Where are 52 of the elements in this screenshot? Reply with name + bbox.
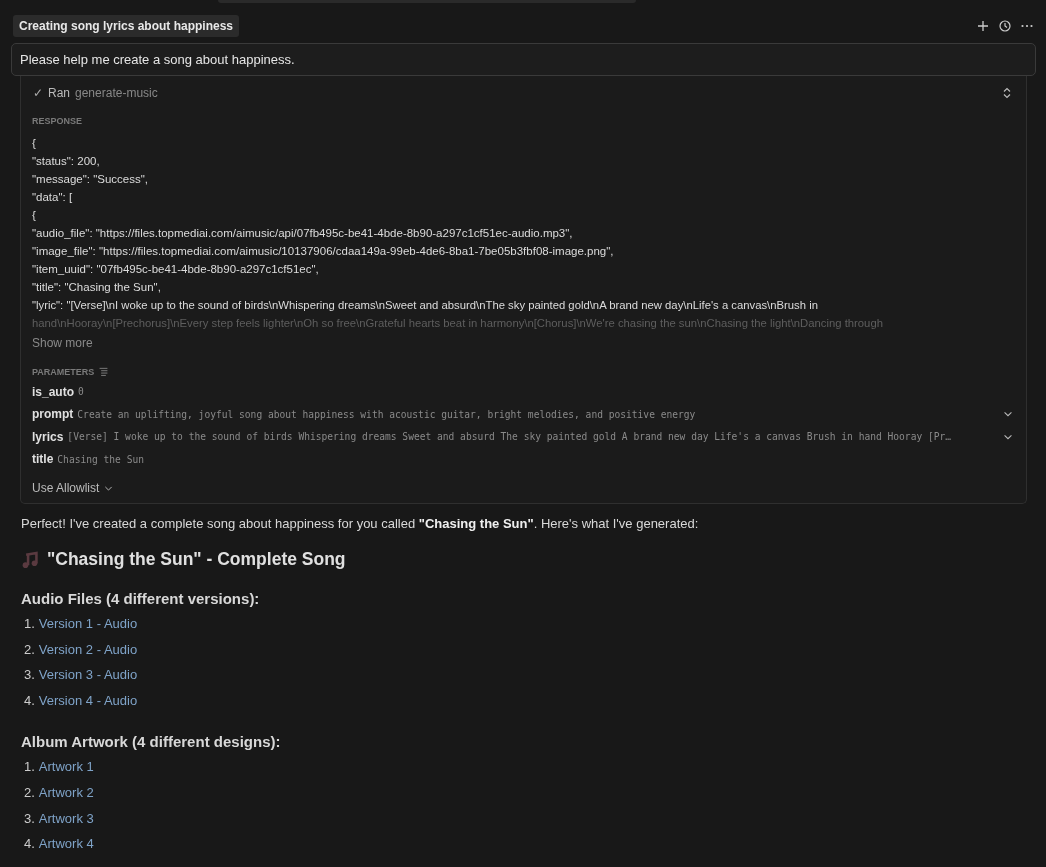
parameter-name: prompt xyxy=(32,407,74,421)
list-icon[interactable] xyxy=(98,366,110,377)
file-link[interactable]: Artwork 4 xyxy=(38,831,94,857)
file-link[interactable]: Version 1 - Audio xyxy=(38,611,138,637)
check-mark: ✓ xyxy=(33,86,43,100)
tool-name: generate-music xyxy=(75,86,158,100)
file-link[interactable]: Artwork 2 xyxy=(38,779,94,806)
response-line: { xyxy=(32,136,37,151)
file-link[interactable]: Version 4 - Audio xyxy=(38,687,138,714)
response-line: "status": 200, xyxy=(32,154,101,169)
file-link[interactable]: Artwork 3 xyxy=(38,805,94,832)
response-line: "audio_file": "https://files.topmediai.com/aimusic/api/07fb495c-be41-4bde-8b90-a297c1cf51ec-audio.mp3", xyxy=(32,226,574,241)
response-line: "lyric": "[Verse]\nI woke up to the sound of birds\nWhispering dreams\nSweet and absurd\nThe sky painted gold\nA brand new day\nLife's a canvas\nBrush in xyxy=(32,298,819,313)
section-heading: Audio Files (4 different versions): xyxy=(21,590,261,607)
list-number: 1. xyxy=(24,758,35,777)
tool-status: Ran xyxy=(48,86,70,100)
section-label: RESPONSE xyxy=(32,116,83,126)
user-message[interactable]: Please help me create a song about happiness. xyxy=(11,43,1036,76)
reply-text: Perfect! I've created a complete song about happiness for you called "Chasing the Sun". Here's what I've generated: xyxy=(21,516,700,531)
response-line: hand\nHooray\n[Prechorus]\nEvery step feels lighter\nOh so free\nGrateful hearts beat in harmony\n[Chorus]\nWe're chasing the sun\nChasing the light\nDancing through xyxy=(32,316,884,331)
song-heading: "Chasing the Sun" - Complete Song xyxy=(47,549,346,570)
section-label: PARAMETERS xyxy=(32,366,95,377)
music-note-icon xyxy=(21,550,39,569)
response-line: "image_file": "https://files.topmediai.com/aimusic/10137906/cdaa149a-99eb-4de6-8ba1-7be05b3fbf08-image.png", xyxy=(32,244,615,259)
file-link[interactable]: Artwork 1 xyxy=(38,754,94,780)
parameter-name: lyrics xyxy=(32,429,64,444)
parameter-value: [Verse] I woke up to the sound of birds Whispering dreams Sweet and absurd The sky painted gold A brand new day Life's a canvas Brush in hand Hooray [Pr… xyxy=(67,431,952,442)
parameter-name: is_auto xyxy=(32,384,74,399)
allowlist-button[interactable]: Use Allowlist xyxy=(32,481,115,495)
parameter-name: title xyxy=(32,452,54,466)
response-line: "message": "Success", xyxy=(32,172,150,187)
section-heading: Album Artwork (4 different designs): xyxy=(21,733,282,751)
list-number: 2. xyxy=(24,783,35,802)
parameter-value: 0 xyxy=(78,386,84,397)
response-line: { xyxy=(32,208,37,223)
list-number: 2. xyxy=(24,640,35,659)
list-number: 4. xyxy=(24,835,35,854)
file-link[interactable]: Version 3 - Audio xyxy=(38,662,138,688)
response-line: "item_uuid": "07fb495c-be41-4bde-8b90-a297c1cf51ec", xyxy=(32,262,320,277)
list-number: 3. xyxy=(24,809,35,828)
list-number: 4. xyxy=(24,691,35,710)
parameter-value: Chasing the Sun xyxy=(57,453,144,465)
parameter-value: Create an uplifting, joyful song about happiness with acoustic guitar, bright melodies, and positive energy xyxy=(77,408,696,420)
show-more-link[interactable]: Show more xyxy=(32,336,1014,350)
response-line: "title": "Chasing the Sun", xyxy=(32,280,162,295)
list-number: 3. xyxy=(24,666,35,685)
chat-title[interactable]: Creating song lyrics about happiness xyxy=(13,15,240,37)
list-number: 1. xyxy=(24,615,35,633)
history-icon[interactable] xyxy=(998,19,1012,33)
file-link[interactable]: Version 2 - Audio xyxy=(38,636,138,663)
new-chat-icon[interactable] xyxy=(976,19,990,33)
response-line: "data": [ xyxy=(32,190,74,205)
